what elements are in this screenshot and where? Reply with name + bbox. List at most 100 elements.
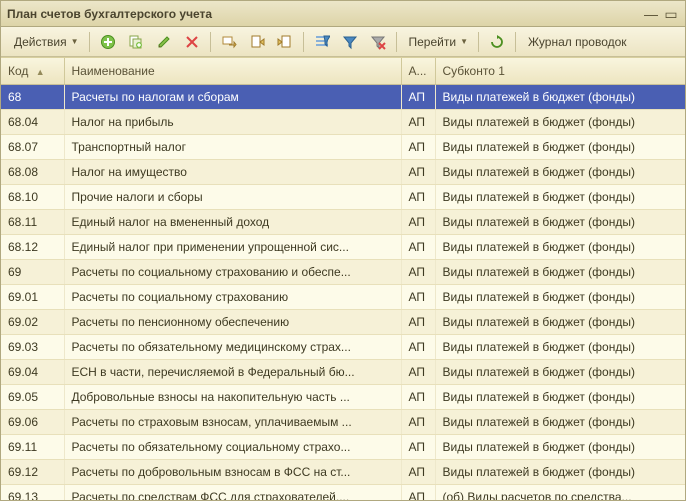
cell-sub1: Виды платежей в бюджет (фонды) (435, 410, 685, 435)
table-row[interactable]: 69.03Расчеты по обязательному медицинско… (1, 335, 685, 360)
table-row[interactable]: 68.08Налог на имуществоАПВиды платежей в… (1, 160, 685, 185)
add-icon (100, 34, 116, 50)
cell-code: 69.13 (1, 485, 64, 501)
maximize-button[interactable]: ▭ (663, 7, 679, 21)
cell-code: 68.11 (1, 210, 64, 235)
goto-menu-button[interactable]: Перейти ▼ (402, 31, 473, 53)
cell-name: Транспортный налог (64, 135, 401, 160)
cell-ap: АП (401, 110, 435, 135)
cell-name: Расчеты по социальному страхованию (64, 285, 401, 310)
cell-name: Расчеты по пенсионному обеспечению (64, 310, 401, 335)
clear-filter-button[interactable] (365, 31, 391, 53)
goto-label: Перейти (409, 35, 457, 49)
cell-code: 68.07 (1, 135, 64, 160)
cell-name: Расчеты по обязательному социальному стр… (64, 435, 401, 460)
cell-ap: АП (401, 435, 435, 460)
cell-ap: АП (401, 135, 435, 160)
cell-name: ЕСН в части, перечисляемой в Федеральный… (64, 360, 401, 385)
cell-ap: АП (401, 310, 435, 335)
col-header-name[interactable]: Наименование (64, 58, 401, 85)
cell-code: 68.10 (1, 185, 64, 210)
refresh-icon (489, 34, 505, 50)
edit-button[interactable] (151, 31, 177, 53)
cell-name: Единый налог при применении упрощенной с… (64, 235, 401, 260)
cell-ap: АП (401, 260, 435, 285)
separator (303, 32, 304, 52)
table-row[interactable]: 68.04Налог на прибыльАПВиды платежей в б… (1, 110, 685, 135)
cell-code: 68 (1, 85, 64, 110)
cell-code: 69 (1, 260, 64, 285)
cell-sub1: Виды платежей в бюджет (фонды) (435, 385, 685, 410)
col-header-sub1[interactable]: Субконто 1 (435, 58, 685, 85)
table-row[interactable]: 69.01Расчеты по социальному страхованиюА… (1, 285, 685, 310)
page-next-button[interactable] (272, 31, 298, 53)
table-row[interactable]: 68.10Прочие налоги и сборыАПВиды платеже… (1, 185, 685, 210)
cell-sub1: Виды платежей в бюджет (фонды) (435, 110, 685, 135)
window: План счетов бухгалтерского учета — ▭ Дей… (0, 0, 686, 501)
table-row[interactable]: 69.11Расчеты по обязательному социальном… (1, 435, 685, 460)
cell-ap: АП (401, 410, 435, 435)
cell-name: Расчеты по добровольным взносам в ФСС на… (64, 460, 401, 485)
cell-name: Расчеты по социальному страхованию и обе… (64, 260, 401, 285)
cell-code: 69.02 (1, 310, 64, 335)
cell-sub1: Виды платежей в бюджет (фонды) (435, 285, 685, 310)
separator (515, 32, 516, 52)
move-icon (221, 34, 237, 50)
copy-button[interactable] (123, 31, 149, 53)
cell-ap: АП (401, 335, 435, 360)
cell-sub1: Виды платежей в бюджет (фонды) (435, 210, 685, 235)
delete-button[interactable] (179, 31, 205, 53)
cell-code: 69.12 (1, 460, 64, 485)
chevron-down-icon: ▼ (460, 37, 468, 46)
cell-ap: АП (401, 360, 435, 385)
window-title: План счетов бухгалтерского учета (7, 7, 639, 21)
col-header-code[interactable]: Код ▲ (1, 58, 64, 85)
cell-code: 68.08 (1, 160, 64, 185)
table-row[interactable]: 68.07Транспортный налогАПВиды платежей в… (1, 135, 685, 160)
cell-code: 68.12 (1, 235, 64, 260)
table-row[interactable]: 69.05Добровольные взносы на накопительну… (1, 385, 685, 410)
cell-ap: АП (401, 285, 435, 310)
toolbar: Действия ▼ (1, 27, 685, 57)
table-row[interactable]: 69.13Расчеты по средствам ФСС для страхо… (1, 485, 685, 501)
cell-sub1: Виды платежей в бюджет (фонды) (435, 85, 685, 110)
minimize-button[interactable]: — (643, 7, 659, 21)
table-row[interactable]: 69.04ЕСН в части, перечисляемой в Федера… (1, 360, 685, 385)
cell-ap: АП (401, 85, 435, 110)
cell-sub1: Виды платежей в бюджет (фонды) (435, 360, 685, 385)
table-row[interactable]: 69.12Расчеты по добровольным взносам в Ф… (1, 460, 685, 485)
col-header-ap[interactable]: А... (401, 58, 435, 85)
table-row[interactable]: 69Расчеты по социальному страхованию и о… (1, 260, 685, 285)
filter-list-button[interactable] (309, 31, 335, 53)
filter-button[interactable] (337, 31, 363, 53)
refresh-button[interactable] (484, 31, 510, 53)
accounts-table: Код ▲ Наименование А... Субконто 1 68Рас… (1, 58, 685, 500)
table-row[interactable]: 69.06Расчеты по страховым взносам, уплач… (1, 410, 685, 435)
cell-name: Расчеты по обязательному медицинскому ст… (64, 335, 401, 360)
move-button[interactable] (216, 31, 242, 53)
page-prev-button[interactable] (244, 31, 270, 53)
table-row[interactable]: 68.11Единый налог на вмененный доходАПВи… (1, 210, 685, 235)
separator (89, 32, 90, 52)
chevron-down-icon: ▼ (71, 37, 79, 46)
table-row[interactable]: 68Расчеты по налогам и сборамАПВиды плат… (1, 85, 685, 110)
page-next-icon (277, 34, 293, 50)
cell-name: Единый налог на вмененный доход (64, 210, 401, 235)
journal-button[interactable]: Журнал проводок (521, 31, 634, 53)
sort-asc-icon: ▲ (36, 67, 45, 77)
actions-menu-button[interactable]: Действия ▼ (7, 31, 84, 53)
actions-label: Действия (14, 35, 67, 49)
separator (210, 32, 211, 52)
separator (396, 32, 397, 52)
pencil-icon (156, 34, 172, 50)
filter-list-icon (314, 34, 330, 50)
separator (478, 32, 479, 52)
table-row[interactable]: 69.02Расчеты по пенсионному обеспечениюА… (1, 310, 685, 335)
add-button[interactable] (95, 31, 121, 53)
cell-sub1: Виды платежей в бюджет (фонды) (435, 435, 685, 460)
cell-sub1: Виды платежей в бюджет (фонды) (435, 185, 685, 210)
cell-sub1: Виды платежей в бюджет (фонды) (435, 260, 685, 285)
page-prev-icon (249, 34, 265, 50)
cell-ap: АП (401, 210, 435, 235)
table-row[interactable]: 68.12Единый налог при применении упрощен… (1, 235, 685, 260)
